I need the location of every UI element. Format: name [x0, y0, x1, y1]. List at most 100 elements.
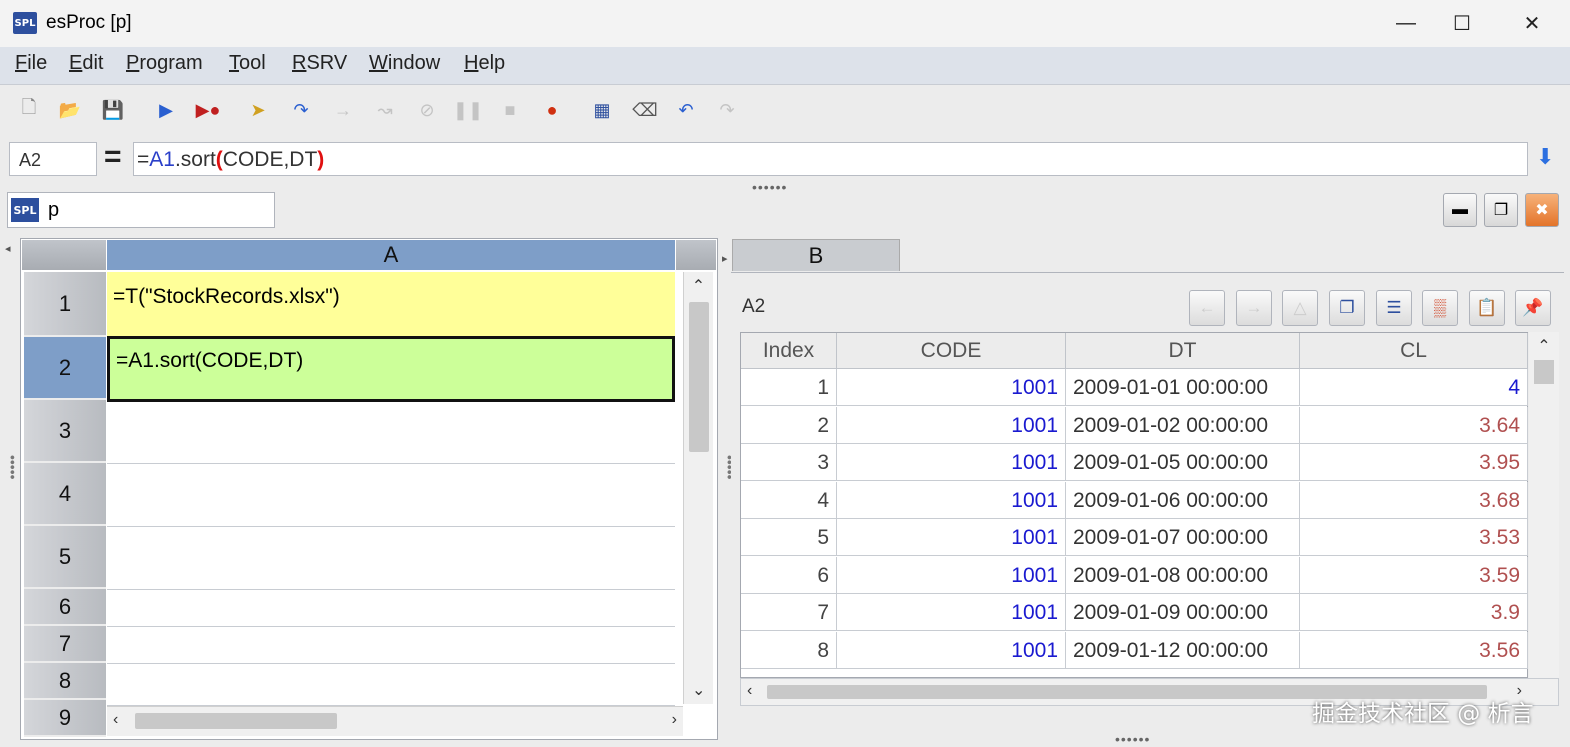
- column-header-index[interactable]: Index: [741, 333, 837, 369]
- run-button[interactable]: ▶: [153, 96, 179, 124]
- cell-code[interactable]: 1001: [837, 481, 1066, 519]
- cell-dt[interactable]: 2009-01-01 00:00:00: [1066, 369, 1300, 406]
- cell-code[interactable]: 1001: [837, 444, 1066, 481]
- breakpoint-button[interactable]: ●: [539, 96, 565, 124]
- cell-cl[interactable]: 3.95: [1300, 444, 1528, 481]
- cell-cl[interactable]: 4: [1300, 369, 1528, 406]
- cell-cl[interactable]: 3.68: [1300, 481, 1528, 519]
- cell-index[interactable]: 2: [741, 406, 837, 444]
- menu-tool[interactable]: Tool: [229, 52, 266, 75]
- row-header-1[interactable]: 1: [24, 272, 106, 337]
- cell-a6[interactable]: [107, 590, 675, 627]
- cell-cl[interactable]: 3.53: [1300, 519, 1528, 556]
- stop-button[interactable]: ■: [497, 96, 523, 124]
- redo-button[interactable]: ↷: [714, 96, 740, 124]
- step-button[interactable]: ➤: [245, 96, 271, 124]
- column-header-dt[interactable]: DT: [1066, 333, 1300, 369]
- row-header-5[interactable]: 5: [24, 526, 106, 589]
- row-header-6[interactable]: 6: [24, 589, 106, 626]
- cell-a7[interactable]: [107, 627, 675, 664]
- menu-window[interactable]: Window: [369, 52, 440, 75]
- arrow-down-icon[interactable]: ⬇: [1536, 144, 1554, 170]
- cell-cl[interactable]: 3.56: [1300, 631, 1528, 669]
- row-header-2[interactable]: 2: [24, 337, 106, 400]
- menu-file[interactable]: File: [15, 52, 47, 75]
- chevron-up-icon[interactable]: ⌃: [1529, 336, 1559, 356]
- calculator-button[interactable]: ▦: [589, 96, 615, 124]
- scrollbar-thumb[interactable]: [1534, 360, 1554, 384]
- expand-right-icon[interactable]: ▸: [722, 252, 728, 265]
- cell-dt[interactable]: 2009-01-12 00:00:00: [1066, 631, 1300, 669]
- cell-dt[interactable]: 2009-01-05 00:00:00: [1066, 444, 1300, 481]
- chevron-up-icon[interactable]: ⌃: [684, 276, 713, 296]
- splitter-grip[interactable]: ••••••: [752, 179, 787, 195]
- step-into-button[interactable]: ↷: [288, 96, 314, 124]
- step-over-button[interactable]: →: [330, 96, 356, 124]
- clear-button[interactable]: ⌫: [632, 96, 658, 124]
- cell-a8[interactable]: [107, 664, 675, 706]
- chevron-right-icon[interactable]: ›: [672, 711, 677, 729]
- row-header-8[interactable]: 8: [24, 663, 106, 700]
- back-button[interactable]: ←: [1189, 290, 1225, 326]
- cell-cl[interactable]: 3.9: [1300, 594, 1528, 631]
- list-view-button[interactable]: ☰: [1376, 290, 1412, 326]
- close-window-button[interactable]: ✕: [1504, 0, 1560, 47]
- cell-code[interactable]: 1001: [837, 556, 1066, 594]
- menu-program[interactable]: Program: [126, 52, 203, 75]
- cell-dt[interactable]: 2009-01-08 00:00:00: [1066, 556, 1300, 594]
- grid-vertical-scrollbar[interactable]: ⌃ ⌄: [683, 272, 713, 704]
- open-file-button[interactable]: 📂: [57, 96, 83, 124]
- result-tab-b[interactable]: B: [732, 239, 900, 271]
- cell-cl[interactable]: 3.59: [1300, 556, 1528, 594]
- cell-index[interactable]: 5: [741, 519, 837, 556]
- minimize-button[interactable]: —: [1378, 0, 1434, 47]
- forward-button[interactable]: →: [1236, 290, 1272, 326]
- debug-run-button[interactable]: ▶●: [195, 96, 221, 124]
- cell-index[interactable]: 3: [741, 444, 837, 481]
- undo-button[interactable]: ↶: [673, 96, 699, 124]
- step-out-button[interactable]: ↝: [372, 96, 398, 124]
- panel-minimize-button[interactable]: ▬: [1443, 193, 1477, 227]
- cell-code[interactable]: 1001: [837, 631, 1066, 669]
- chevron-left-icon[interactable]: ‹: [747, 682, 752, 700]
- collapse-left-icon[interactable]: ◂: [5, 242, 11, 255]
- menu-help[interactable]: Help: [464, 52, 505, 75]
- chart-button[interactable]: ▒: [1422, 290, 1458, 326]
- row-header-7[interactable]: 7: [24, 626, 106, 663]
- cell-dt[interactable]: 2009-01-06 00:00:00: [1066, 481, 1300, 519]
- cell-a2[interactable]: =A1.sort(CODE,DT): [107, 336, 675, 402]
- chevron-left-icon[interactable]: ‹: [113, 711, 118, 729]
- cell-a1[interactable]: =T("StockRecords.xlsx"): [107, 272, 675, 337]
- cell-index[interactable]: 7: [741, 594, 837, 631]
- column-header-cl[interactable]: CL: [1300, 333, 1528, 369]
- cell-dt[interactable]: 2009-01-09 00:00:00: [1066, 594, 1300, 631]
- table-vertical-scrollbar[interactable]: ⌃: [1529, 332, 1559, 678]
- new-file-button[interactable]: 🗋: [16, 96, 42, 124]
- vertical-grip[interactable]: •••••: [5, 455, 21, 480]
- scrollbar-thumb[interactable]: [688, 302, 709, 452]
- cell-dt[interactable]: 2009-01-02 00:00:00: [1066, 406, 1300, 444]
- format-button[interactable]: 📋: [1469, 290, 1505, 326]
- cell-code[interactable]: 1001: [837, 406, 1066, 444]
- pause-button[interactable]: ❚❚: [453, 96, 483, 124]
- formula-input[interactable]: =A1.sort(CODE,DT): [133, 142, 1528, 176]
- column-header-code[interactable]: CODE: [837, 333, 1066, 369]
- save-button[interactable]: 💾: [100, 96, 126, 124]
- pin-button[interactable]: 📌: [1515, 290, 1551, 326]
- cell-cl[interactable]: 3.64: [1300, 406, 1528, 444]
- grid-horizontal-scrollbar[interactable]: ‹ ›: [107, 706, 683, 736]
- panel-close-button[interactable]: ✖: [1525, 193, 1559, 227]
- row-header-9[interactable]: 9: [24, 700, 106, 737]
- cell-index[interactable]: 4: [741, 481, 837, 519]
- cell-a5[interactable]: [107, 527, 675, 590]
- maximize-button[interactable]: ☐: [1434, 0, 1490, 47]
- cell-a4[interactable]: [107, 464, 675, 527]
- column-header-a[interactable]: A: [107, 240, 675, 270]
- cell-code[interactable]: 1001: [837, 519, 1066, 556]
- cell-reference-field[interactable]: A2: [9, 142, 97, 176]
- cell-index[interactable]: 8: [741, 631, 837, 669]
- row-header-4[interactable]: 4: [24, 463, 106, 526]
- panel-restore-button[interactable]: ❐: [1484, 193, 1518, 227]
- cell-index[interactable]: 1: [741, 369, 837, 406]
- menu-edit[interactable]: Edit: [69, 52, 103, 75]
